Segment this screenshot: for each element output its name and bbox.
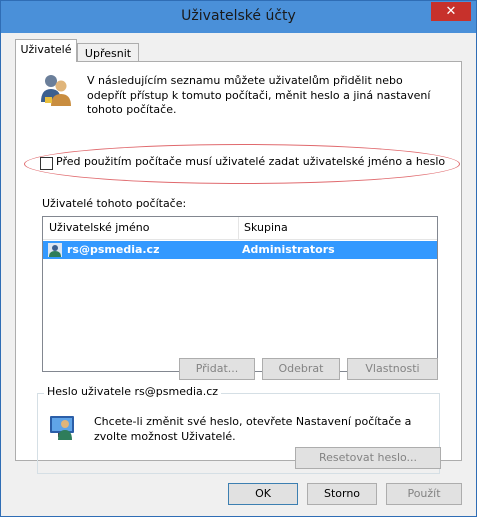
remove-button[interactable]: Odebrat bbox=[262, 358, 340, 380]
tab-users-label: Uživatelé bbox=[20, 43, 72, 56]
require-login-checkbox[interactable] bbox=[40, 157, 53, 170]
row-username: rs@psmedia.cz bbox=[67, 243, 160, 256]
password-info-text: Chcete-li změnit své heslo, otevřete Nas… bbox=[94, 415, 412, 443]
tab-advanced[interactable]: Upřesnit bbox=[77, 43, 139, 63]
close-icon: ✕ bbox=[445, 4, 457, 19]
window-title: Uživatelské účty bbox=[181, 8, 296, 24]
row-group: Administrators bbox=[242, 243, 335, 256]
users-list-label: Uživatelé tohoto počítače: bbox=[42, 197, 187, 210]
tab-users[interactable]: Uživatelé bbox=[15, 39, 77, 62]
users-icon bbox=[41, 75, 71, 106]
tab-advanced-label: Upřesnit bbox=[84, 47, 132, 60]
apply-button-label: Použít bbox=[407, 487, 441, 500]
ok-button[interactable]: OK bbox=[228, 483, 298, 505]
close-button[interactable]: ✕ bbox=[431, 2, 471, 21]
remove-button-label: Odebrat bbox=[278, 362, 324, 375]
title-bar[interactable]: Uživatelské účty ✕ bbox=[1, 1, 476, 33]
add-button[interactable]: Přidat... bbox=[179, 358, 255, 380]
reset-password-label: Resetovat heslo... bbox=[318, 451, 418, 464]
user-icon bbox=[48, 243, 62, 257]
column-separator[interactable] bbox=[238, 217, 239, 239]
ok-button-label: OK bbox=[255, 487, 271, 500]
password-group-legend: Heslo uživatele rs@psmedia.cz bbox=[44, 385, 222, 398]
properties-button-label: Vlastnosti bbox=[365, 362, 420, 375]
user-password-icon bbox=[50, 416, 74, 440]
column-header-group[interactable]: Skupina bbox=[244, 221, 288, 234]
cancel-button-label: Storno bbox=[323, 487, 361, 500]
dialog-client-area: Uživatelé Upřesnit V následujícím seznam… bbox=[8, 33, 469, 511]
require-login-label[interactable]: Před použitím počítače musí uživatelé za… bbox=[56, 155, 445, 168]
cancel-button[interactable]: Storno bbox=[307, 483, 377, 505]
add-button-label: Přidat... bbox=[195, 362, 239, 375]
users-listview[interactable]: Uživatelské jméno Skupina rs@psmedia.cz … bbox=[42, 216, 438, 372]
user-accounts-dialog: Uživatelské účty ✕ Uživatelé Upřesnit V … bbox=[0, 0, 477, 517]
list-header: Uživatelské jméno Skupina bbox=[43, 217, 437, 240]
table-row[interactable]: rs@psmedia.cz Administrators bbox=[43, 241, 437, 259]
users-tab-panel: V následujícím seznamu můžete uživatelům… bbox=[15, 61, 462, 474]
apply-button[interactable]: Použít bbox=[386, 483, 462, 505]
properties-button[interactable]: Vlastnosti bbox=[347, 358, 438, 380]
column-header-username[interactable]: Uživatelské jméno bbox=[49, 221, 149, 234]
intro-text: V následujícím seznamu můžete uživatelům… bbox=[87, 74, 431, 116]
reset-password-button[interactable]: Resetovat heslo... bbox=[295, 447, 441, 469]
